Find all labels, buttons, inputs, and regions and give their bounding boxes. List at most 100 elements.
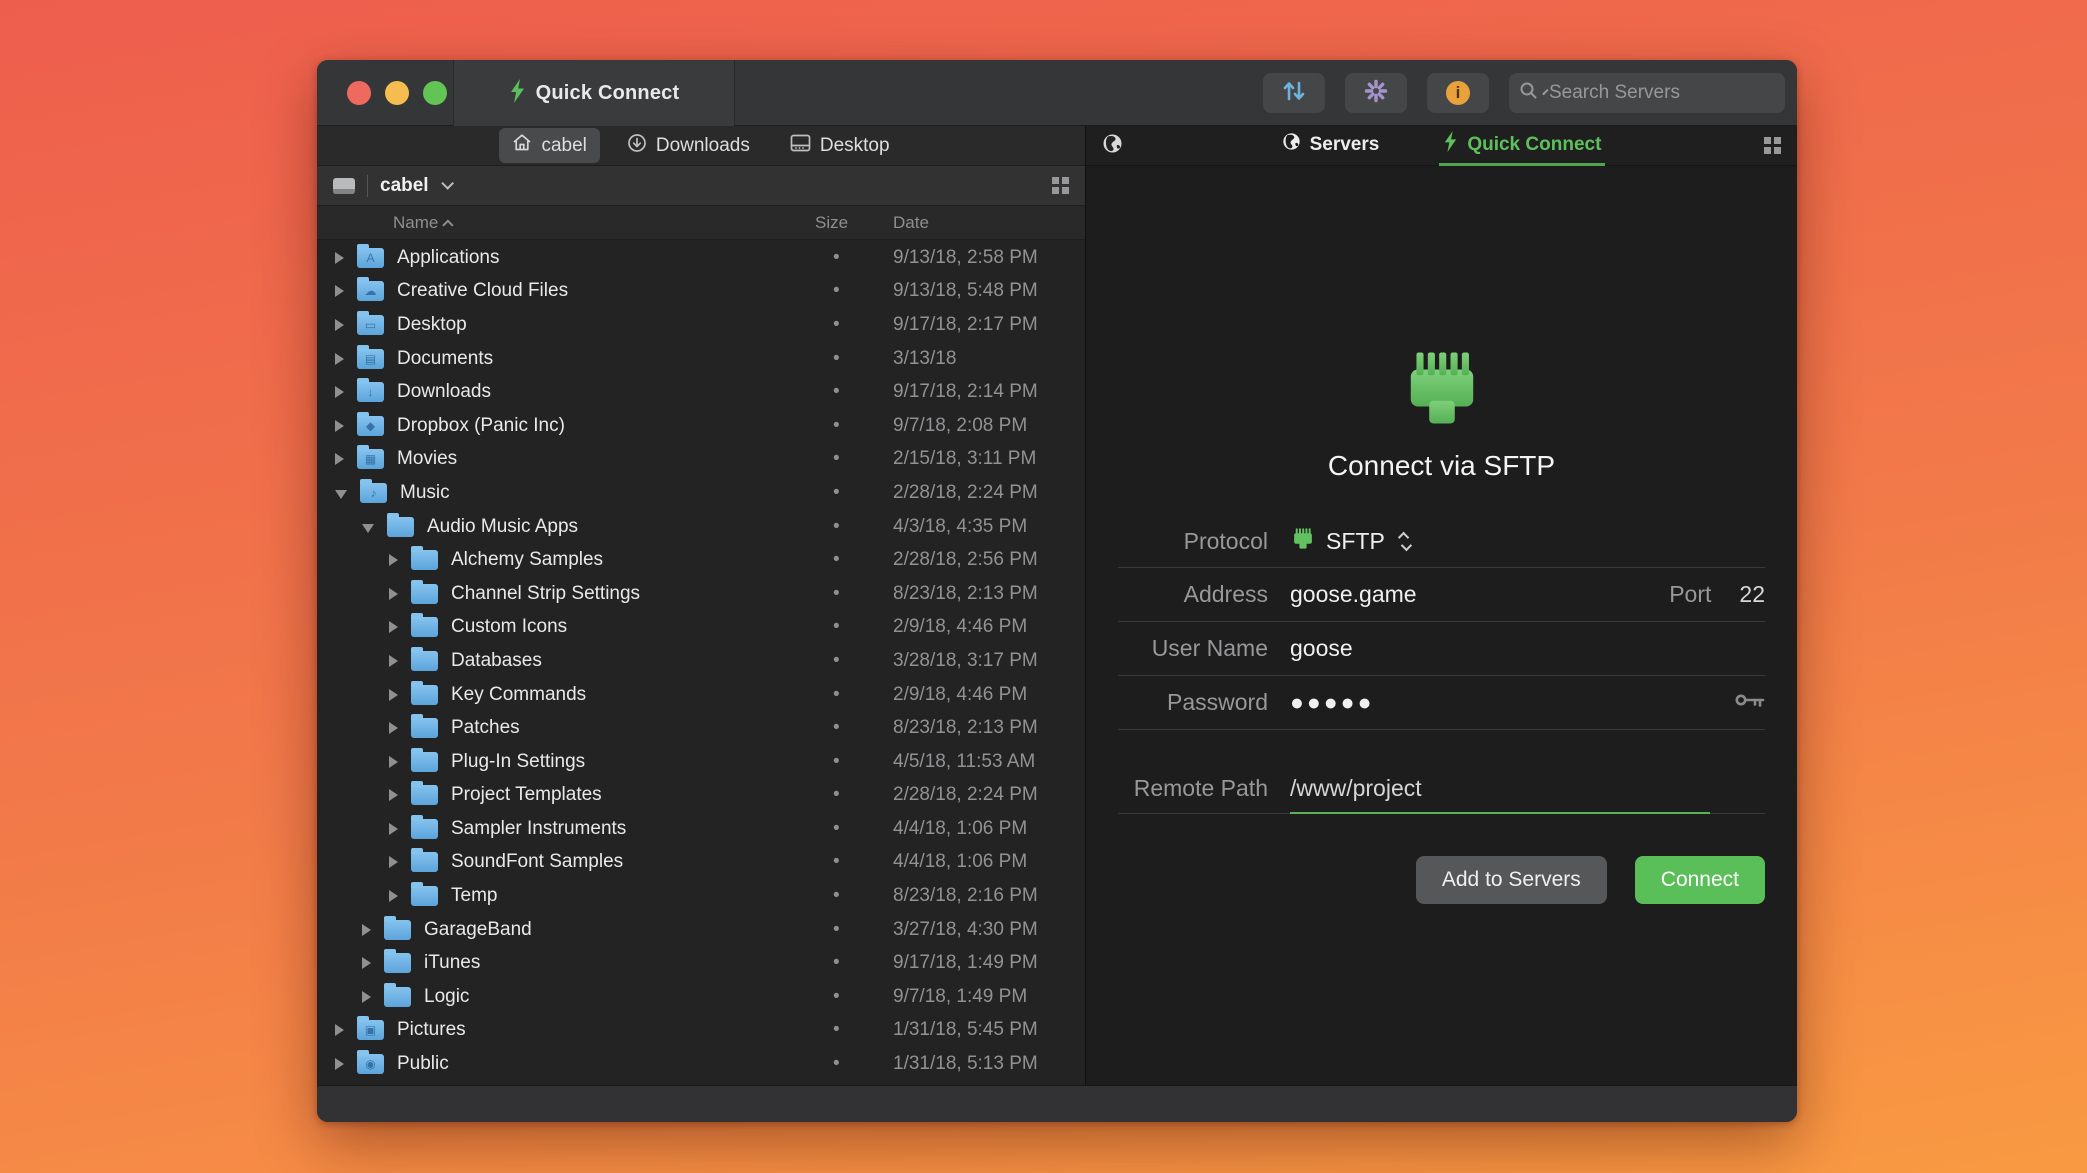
tab-label: Downloads — [656, 135, 750, 157]
tab-desktop[interactable]: Desktop — [777, 129, 903, 163]
file-row[interactable]: Alchemy Samples•2/28/18, 2:56 PM — [317, 543, 1085, 577]
file-row[interactable]: ▣Pictures•1/31/18, 5:45 PM — [317, 1014, 1085, 1048]
address-input[interactable]: goose.game — [1290, 581, 1417, 608]
file-name: Plug-In Settings — [451, 751, 585, 773]
disclosure-triangle[interactable] — [362, 524, 374, 533]
place-tabs: cabel Downloads — [317, 126, 1085, 166]
column-size[interactable]: Size — [815, 213, 848, 233]
file-row[interactable]: Key Commands•2/9/18, 4:46 PM — [317, 678, 1085, 712]
disclosure-triangle[interactable] — [335, 453, 344, 465]
disclosure-triangle[interactable] — [389, 890, 398, 902]
disclosure-triangle[interactable] — [362, 924, 371, 936]
file-size: • — [833, 751, 840, 773]
remote-path-input[interactable]: /www/project — [1290, 775, 1422, 802]
file-row[interactable]: ↓Downloads•9/17/18, 2:14 PM — [317, 375, 1085, 409]
search-input[interactable] — [1549, 82, 1794, 104]
file-date: 8/23/18, 2:13 PM — [893, 717, 1038, 739]
view-options-icon[interactable] — [1052, 177, 1069, 194]
search-field[interactable] — [1509, 73, 1785, 113]
file-size: • — [833, 616, 840, 638]
column-name[interactable]: Name — [393, 213, 454, 233]
zoom-button[interactable] — [423, 81, 447, 105]
disclosure-triangle[interactable] — [389, 722, 398, 734]
disclosure-triangle[interactable] — [335, 319, 344, 331]
disclosure-triangle[interactable] — [335, 285, 344, 297]
disclosure-triangle[interactable] — [389, 823, 398, 835]
disclosure-triangle[interactable] — [389, 621, 398, 633]
disclosure-triangle[interactable] — [389, 756, 398, 768]
disclosure-triangle[interactable] — [362, 957, 371, 969]
connect-button[interactable]: Connect — [1635, 856, 1765, 904]
minimize-button[interactable] — [385, 81, 409, 105]
disclosure-triangle[interactable] — [389, 789, 398, 801]
tab-cabel[interactable]: cabel — [499, 128, 599, 163]
file-name: Public — [397, 1053, 449, 1075]
tab-downloads[interactable]: Downloads — [614, 128, 763, 164]
disclosure-triangle[interactable] — [335, 420, 344, 432]
file-row[interactable]: Databases•3/28/18, 3:17 PM — [317, 644, 1085, 678]
file-row[interactable]: Sampler Instruments•4/4/18, 1:06 PM — [317, 812, 1085, 846]
file-row[interactable]: iTunes•9/17/18, 1:49 PM — [317, 946, 1085, 980]
disclosure-triangle[interactable] — [335, 252, 344, 264]
desktop-window-icon — [790, 134, 811, 158]
tab-quick-connect[interactable]: Quick Connect — [1439, 126, 1605, 166]
file-row[interactable]: ▦Movies•2/15/18, 3:11 PM — [317, 443, 1085, 477]
key-icon[interactable] — [1735, 692, 1765, 713]
disclosure-triangle[interactable] — [389, 554, 398, 566]
search-scope-chevron-icon[interactable] — [1542, 88, 1548, 94]
chevron-down-icon[interactable] — [441, 177, 454, 190]
folder-icon: ↓ — [357, 382, 384, 402]
disclosure-triangle[interactable] — [335, 1024, 344, 1036]
tab-label: Desktop — [820, 135, 890, 157]
file-row[interactable]: SoundFont Samples•4/4/18, 1:06 PM — [317, 846, 1085, 880]
disclosure-triangle[interactable] — [362, 991, 371, 1003]
file-row[interactable]: Audio Music Apps•4/3/18, 4:35 PM — [317, 510, 1085, 544]
file-row[interactable]: ▭Desktop•9/17/18, 2:17 PM — [317, 308, 1085, 342]
protocol-select[interactable]: SFTP — [1290, 526, 1409, 557]
disclosure-triangle[interactable] — [335, 1058, 344, 1070]
file-row[interactable]: AApplications•9/13/18, 2:58 PM — [317, 241, 1085, 275]
folder-icon — [384, 953, 411, 973]
file-row[interactable]: Project Templates•2/28/18, 2:24 PM — [317, 779, 1085, 813]
folder-icon — [411, 550, 438, 570]
hard-drive-icon[interactable] — [333, 178, 355, 194]
disclosure-triangle[interactable] — [389, 655, 398, 667]
quick-connect-title: Connect via SFTP — [1086, 450, 1797, 482]
username-input[interactable]: goose — [1290, 635, 1353, 662]
tab-servers[interactable]: Servers — [1278, 126, 1384, 166]
disclosure-triangle[interactable] — [389, 689, 398, 701]
file-row[interactable]: ☁Creative Cloud Files•9/13/18, 5:48 PM — [317, 275, 1085, 309]
disclosure-triangle[interactable] — [389, 588, 398, 600]
file-size: • — [833, 885, 840, 907]
file-row[interactable]: ◆Dropbox (Panic Inc)•9/7/18, 2:08 PM — [317, 409, 1085, 443]
file-row[interactable]: ♪Music•2/28/18, 2:24 PM — [317, 476, 1085, 510]
port-input[interactable]: 22 — [1739, 581, 1765, 608]
disclosure-triangle[interactable] — [335, 386, 344, 398]
current-folder[interactable]: cabel — [380, 175, 429, 197]
column-date[interactable]: Date — [893, 213, 929, 233]
disclosure-triangle[interactable] — [335, 353, 344, 365]
list-column-header: Name Size Date — [317, 206, 1085, 240]
file-row[interactable]: ◉Public•1/31/18, 5:13 PM — [317, 1047, 1085, 1081]
file-row[interactable]: Channel Strip Settings•8/23/18, 2:13 PM — [317, 577, 1085, 611]
servers-globe-icon — [1282, 132, 1301, 157]
file-row[interactable]: GarageBand•3/27/18, 4:30 PM — [317, 913, 1085, 947]
file-date: 9/13/18, 5:48 PM — [893, 280, 1038, 302]
file-name: iTunes — [424, 952, 480, 974]
disclosure-triangle[interactable] — [389, 856, 398, 868]
close-button[interactable] — [347, 81, 371, 105]
info-button[interactable]: i — [1427, 73, 1489, 113]
password-input[interactable]: ●●●●● — [1290, 689, 1374, 716]
transfers-button[interactable] — [1263, 73, 1325, 113]
file-row[interactable]: ▤Documents•3/13/18 — [317, 342, 1085, 376]
file-row[interactable]: Custom Icons•2/9/18, 4:46 PM — [317, 611, 1085, 645]
file-row[interactable]: Patches•8/23/18, 2:13 PM — [317, 711, 1085, 745]
file-row[interactable]: Plug-In Settings•4/5/18, 11:53 AM — [317, 745, 1085, 779]
file-row[interactable]: Logic•9/7/18, 1:49 PM — [317, 980, 1085, 1014]
file-row[interactable]: Temp•8/23/18, 2:16 PM — [317, 879, 1085, 913]
disclosure-triangle[interactable] — [335, 490, 347, 499]
add-to-servers-button[interactable]: Add to Servers — [1416, 856, 1607, 904]
turbo-button[interactable] — [1345, 73, 1407, 113]
window-tab-quick-connect[interactable]: Quick Connect — [453, 60, 735, 126]
folder-icon — [384, 920, 411, 940]
